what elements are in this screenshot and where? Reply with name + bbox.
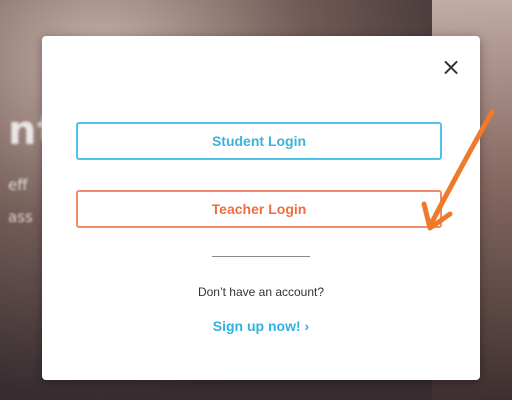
background-text-line-2: ass [8, 208, 33, 226]
no-account-text: Don’t have an account? [197, 285, 325, 299]
teacher-login-button[interactable]: Teacher Login [76, 190, 442, 228]
close-icon[interactable]: × [436, 52, 466, 82]
divider [212, 256, 310, 257]
student-login-button[interactable]: Student Login [76, 122, 442, 160]
login-modal: × Student Login Teacher Login Don’t have… [42, 36, 480, 380]
signup-link[interactable]: Sign up now! › [42, 318, 480, 334]
background-text-line-1: eff [8, 176, 28, 194]
